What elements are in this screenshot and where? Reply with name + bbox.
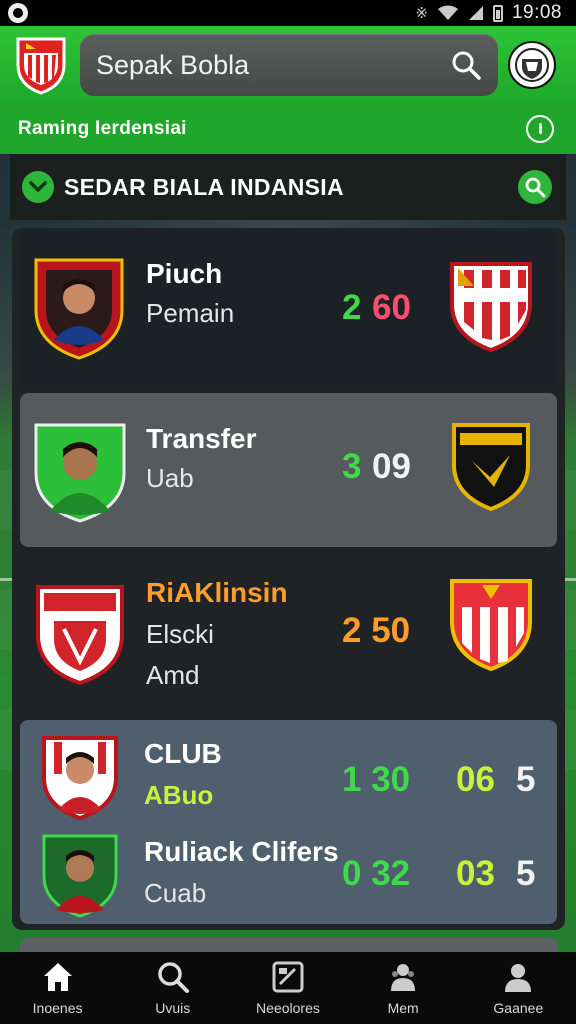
chevron-down-icon[interactable] [22, 171, 54, 203]
app-logo-icon[interactable] [14, 35, 68, 95]
battery-icon [492, 4, 503, 22]
search-bar[interactable]: Sepak Bobla [80, 34, 498, 96]
profile-icon [505, 964, 532, 992]
bluetooth-icon: ※ [415, 5, 428, 22]
score-away: 03 [456, 854, 495, 893]
info-icon[interactable] [526, 115, 554, 143]
club-crest-icon [36, 585, 124, 685]
score-extra: 5 [516, 854, 536, 893]
card-text: Transfer Uab [146, 423, 257, 494]
card-text: Ruliack Clifers Cuab [144, 836, 339, 909]
home-icon [43, 963, 72, 991]
card-subtitle: Uab [146, 463, 194, 493]
card-title: Piuch [146, 258, 223, 289]
nav-label: Neeolores [256, 1000, 320, 1016]
score-extra: 5 [516, 760, 536, 799]
nav-label: Inoenes [32, 1000, 83, 1016]
search-icon[interactable] [450, 49, 482, 81]
score-away: 06 [456, 760, 495, 799]
nav-label: Gaanee [493, 1000, 544, 1016]
status-icons: ※ 19:08 [415, 2, 562, 24]
card-text: Piuch Pemain [146, 258, 234, 329]
score: 2 50 [342, 611, 411, 650]
card-title: Transfer [146, 423, 257, 454]
ranking-bar: Raming Ierdensiai [0, 104, 576, 154]
card-title: CLUB [144, 738, 222, 769]
section-title: SEDAR BIALA INDANSIA [64, 173, 344, 200]
club-crest-icon [452, 423, 530, 512]
card-subtitle: Elscki [146, 619, 214, 649]
list-item[interactable]: Transfer Uab 3 09 [20, 393, 557, 547]
status-bar: ※ 19:08 [0, 0, 576, 26]
card-subtitle: ABuo [144, 780, 214, 810]
section-search-icon[interactable] [518, 170, 552, 204]
score-away: 60 [372, 288, 411, 327]
nav-item-news[interactable]: Neeolores [233, 960, 343, 1016]
nav-item-teams[interactable]: Mem [348, 960, 458, 1016]
teams-icon [391, 964, 416, 991]
player-avatar [42, 834, 118, 918]
card-title: RiAKlinsin [146, 577, 288, 608]
card-subtitle: Pemain [146, 298, 235, 328]
list-item[interactable]: RiAKlinsin Elscki Amd 2 50 [20, 555, 557, 713]
wifi-icon [437, 5, 458, 20]
nav-item-search[interactable]: Uvuis [118, 960, 228, 1016]
card-text: RiAKlinsin Elscki Amd [146, 577, 288, 691]
list-item[interactable]: Piuch Pemain 2 60 [20, 230, 557, 386]
card-text: CLUB ABuo [144, 738, 222, 811]
bottom-nav: Inoenes Uvuis Neeolores Mem Gaanee [0, 952, 576, 1024]
score-away: 09 [372, 447, 411, 486]
news-icon [272, 961, 304, 993]
search-icon [158, 962, 189, 993]
ranking-bar-text: Raming Ierdensiai [18, 118, 187, 139]
score-home: 1 30 [342, 760, 411, 799]
nav-label: Mem [387, 1000, 419, 1016]
section-header: SEDAR BIALA INDANSIA [10, 154, 566, 220]
card-title: Ruliack Clifers [144, 836, 339, 867]
score-home: 3 [342, 447, 362, 486]
card-subtitle: Cuab [144, 878, 207, 908]
card-subtitle-secondary: Amd [146, 660, 200, 690]
nav-label: Uvuis [155, 1000, 191, 1016]
score-home: 0 32 [342, 854, 411, 893]
nav-item-home[interactable]: Inoenes [3, 960, 113, 1016]
signal-icon [468, 6, 483, 20]
notification-icon [8, 3, 28, 23]
app-bar: Sepak Bobla [0, 26, 576, 104]
club-crest-icon[interactable] [508, 41, 556, 89]
list-item[interactable]: CLUB ABuo 1 30 06 5 Ruliack Clifers Cuab… [20, 720, 557, 924]
search-title: Sepak Bobla [96, 49, 250, 80]
player-avatar [34, 258, 124, 360]
score-home: 2 [342, 288, 362, 327]
player-avatar [34, 423, 126, 523]
player-avatar [42, 736, 118, 820]
nav-item-profile[interactable]: Gaanee [463, 960, 573, 1016]
match-list: Piuch Pemain 2 60 Transfer Uab 3 09 RiAK… [12, 228, 565, 930]
club-crest-icon [450, 262, 532, 353]
clock: 19:08 [511, 2, 562, 23]
club-crest-icon [450, 579, 532, 672]
